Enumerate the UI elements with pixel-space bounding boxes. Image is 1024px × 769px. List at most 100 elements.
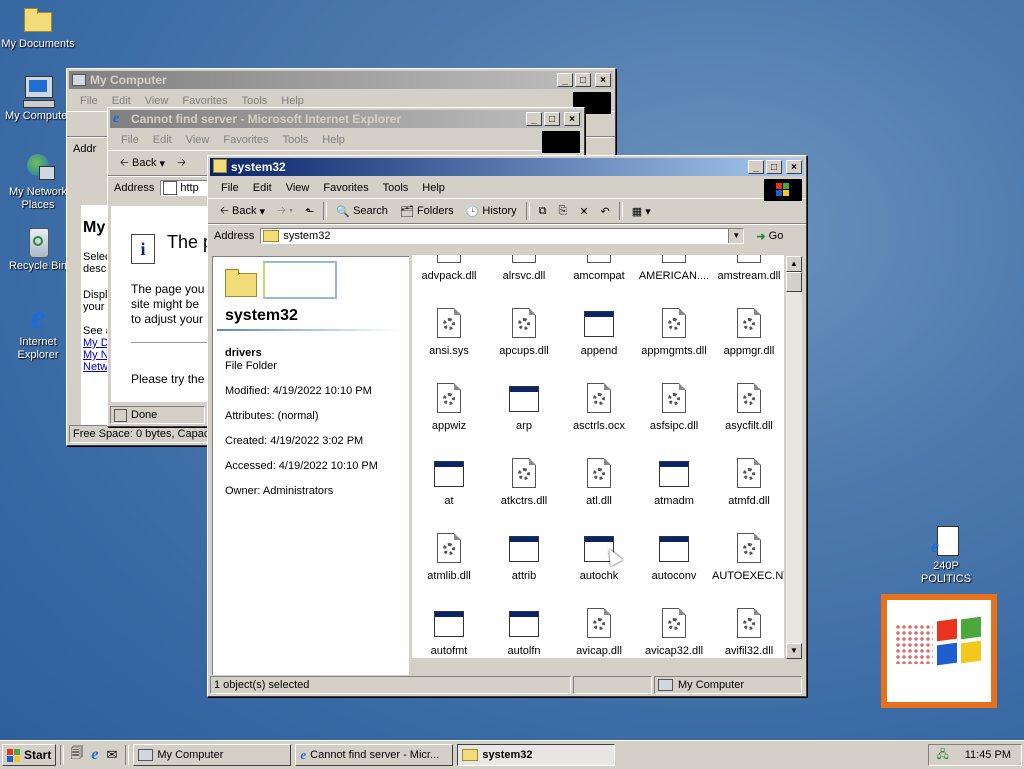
- file-item[interactable]: atkctrs.dll: [487, 458, 561, 507]
- file-item[interactable]: autochk: [562, 533, 636, 582]
- file-item[interactable]: appmgmts.dll: [637, 308, 711, 357]
- title-bar[interactable]: My Computer _ □ ×: [69, 71, 613, 89]
- file-item[interactable]: advpack.dll: [412, 255, 486, 282]
- minimize-button[interactable]: _: [748, 160, 764, 174]
- show-desktop-icon[interactable]: 🗐: [70, 744, 83, 766]
- taskbar-button-system32[interactable]: system32: [457, 744, 616, 766]
- scroll-up-button[interactable]: ▲: [786, 256, 802, 272]
- taskbar-button-internet-explorer[interactable]: e Cannot find server - Micr...: [295, 744, 454, 766]
- file-item[interactable]: autofmt: [412, 608, 486, 657]
- file-item[interactable]: avifil32.dll: [712, 608, 784, 657]
- desktop-icon-240p-politics[interactable]: e 240P POLITICS: [908, 526, 984, 586]
- file-item[interactable]: autoconv: [637, 533, 711, 582]
- file-item[interactable]: arp: [487, 383, 561, 432]
- link-my-documents[interactable]: My D: [83, 337, 109, 349]
- file-item[interactable]: AUTOEXEC.NT: [712, 533, 784, 582]
- menu-file[interactable]: File: [214, 182, 246, 194]
- maximize-button[interactable]: □: [766, 160, 782, 174]
- folders-button[interactable]: 🗂 Folders: [394, 200, 460, 222]
- menu-view[interactable]: View: [179, 134, 217, 146]
- menu-edit[interactable]: Edit: [146, 134, 179, 146]
- file-item[interactable]: append: [562, 308, 636, 357]
- title-bar[interactable]: system32 _ □ ×: [210, 158, 804, 176]
- menu-help[interactable]: Help: [415, 182, 452, 194]
- undo-button[interactable]: ↶: [595, 200, 616, 222]
- network-tray-icon[interactable]: 🖧: [936, 746, 948, 765]
- file-item[interactable]: attrib: [487, 533, 561, 582]
- history-button[interactable]: 🕒 History: [460, 200, 523, 222]
- outlook-express-icon[interactable]: ✉: [106, 747, 117, 763]
- close-button[interactable]: ×: [595, 73, 611, 87]
- file-item[interactable]: amcompat: [562, 255, 636, 282]
- menu-tools[interactable]: Tools: [376, 182, 416, 194]
- forward-button[interactable]: 🡢 ▾: [271, 200, 299, 222]
- file-item[interactable]: autolfn: [487, 608, 561, 657]
- title-bar[interactable]: e Cannot find server - Microsoft Interne…: [110, 110, 582, 128]
- file-item[interactable]: avicap32.dll: [637, 608, 711, 657]
- menu-tools[interactable]: Tools: [276, 134, 316, 146]
- file-item[interactable]: ansi.sys: [412, 308, 486, 357]
- internet-explorer-icon[interactable]: e: [91, 746, 98, 764]
- desktop-icon-internet-explorer[interactable]: e Internet Explorer: [0, 301, 76, 362]
- close-button[interactable]: ×: [786, 160, 802, 174]
- desktop-icon-label: My Documents: [1, 38, 75, 50]
- address-input[interactable]: system32 ▼: [260, 228, 745, 244]
- file-item[interactable]: atmfd.dll: [712, 458, 784, 507]
- back-button[interactable]: 🡠 Back ▾: [114, 152, 171, 174]
- scroll-thumb[interactable]: [786, 272, 802, 292]
- menu-favorites[interactable]: Favorites: [216, 134, 275, 146]
- go-button[interactable]: ➜ Go: [756, 230, 783, 243]
- close-button[interactable]: ×: [564, 112, 580, 126]
- delete-button[interactable]: ✕: [573, 200, 594, 222]
- file-item[interactable]: atmadm: [637, 458, 711, 507]
- file-list[interactable]: advpack.dll alrsvc.dll amcompat AMERICAN...…: [412, 255, 784, 658]
- file-item[interactable]: avicap.dll: [562, 608, 636, 657]
- vertical-scrollbar[interactable]: ▲ ▼: [786, 256, 802, 659]
- link-network[interactable]: Netw: [83, 361, 108, 373]
- minimize-button[interactable]: _: [557, 73, 573, 87]
- menu-file[interactable]: File: [114, 134, 146, 146]
- up-folder-button[interactable]: ⬑: [299, 200, 320, 222]
- menu-favorites[interactable]: Favorites: [175, 95, 234, 107]
- menu-edit[interactable]: Edit: [105, 95, 138, 107]
- menu-tools[interactable]: Tools: [235, 95, 275, 107]
- link-my-network[interactable]: My N: [83, 349, 109, 361]
- taskbar-button-my-computer[interactable]: My Computer: [133, 744, 292, 766]
- file-item[interactable]: asfsipc.dll: [637, 383, 711, 432]
- views-button[interactable]: ▦ ▾: [626, 200, 657, 222]
- file-item[interactable]: AMERICAN....: [637, 255, 711, 282]
- maximize-button[interactable]: □: [575, 73, 591, 87]
- address-dropdown-button[interactable]: ▼: [728, 229, 744, 243]
- file-item[interactable]: appmgr.dll: [712, 308, 784, 357]
- menu-help[interactable]: Help: [315, 134, 352, 146]
- file-item[interactable]: asctrls.ocx: [562, 383, 636, 432]
- scroll-down-button[interactable]: ▼: [786, 643, 802, 659]
- menu-file[interactable]: File: [73, 95, 105, 107]
- computer-icon: [138, 749, 154, 761]
- start-button[interactable]: Start: [2, 744, 57, 766]
- menu-favorites[interactable]: Favorites: [316, 182, 375, 194]
- search-button[interactable]: 🔍 Search: [330, 200, 394, 222]
- file-item[interactable]: appwiz: [412, 383, 486, 432]
- file-item[interactable]: at: [412, 458, 486, 507]
- file-item[interactable]: amstream.dll: [712, 255, 784, 282]
- maximize-button[interactable]: □: [544, 112, 560, 126]
- menu-view[interactable]: View: [279, 182, 317, 194]
- move-to-button[interactable]: ⧉: [533, 200, 553, 222]
- file-item[interactable]: alrsvc.dll: [487, 255, 561, 282]
- forward-button[interactable]: 🡢: [171, 152, 192, 174]
- menu-help[interactable]: Help: [274, 95, 311, 107]
- copy-to-button[interactable]: ⎘: [553, 200, 574, 222]
- desktop-icon-recycle-bin[interactable]: Recycle Bin: [0, 226, 76, 273]
- file-item[interactable]: atmlib.dll: [412, 533, 486, 582]
- file-item[interactable]: apcups.dll: [487, 308, 561, 357]
- minimize-button[interactable]: _: [526, 112, 542, 126]
- desktop-icon-my-documents[interactable]: My Documents: [0, 4, 76, 51]
- menu-edit[interactable]: Edit: [246, 182, 279, 194]
- desktop-icon-my-computer[interactable]: My Computer: [0, 76, 76, 123]
- file-item[interactable]: asycfilt.dll: [712, 383, 784, 432]
- back-button[interactable]: 🡠 Back ▾: [214, 200, 271, 222]
- menu-view[interactable]: View: [138, 95, 176, 107]
- desktop-icon-my-network-places[interactable]: My Network Places: [0, 152, 76, 212]
- file-item[interactable]: atl.dll: [562, 458, 636, 507]
